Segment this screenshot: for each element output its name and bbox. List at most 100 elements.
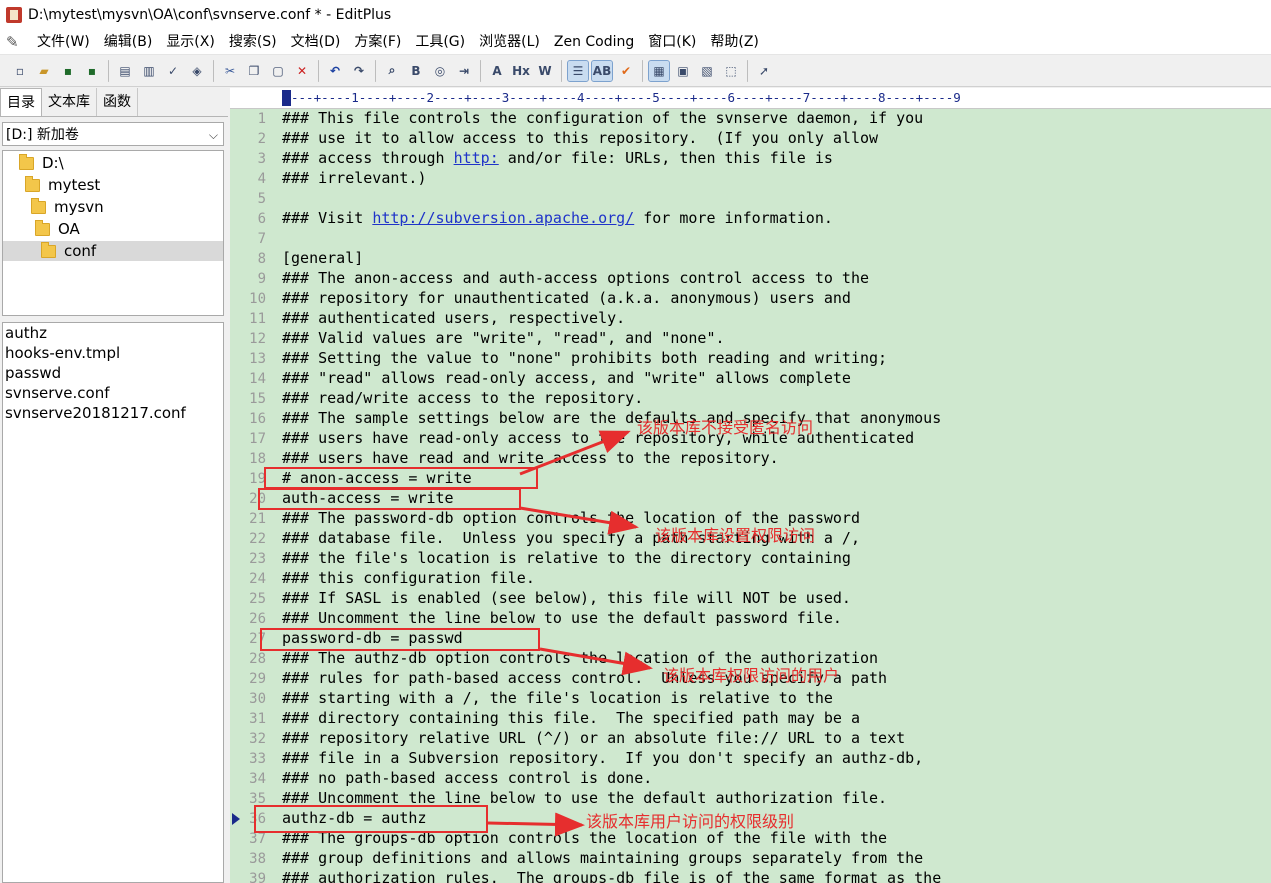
menu-window[interactable]: 窗口(K): [641, 30, 703, 54]
file-item-passwd[interactable]: passwd: [3, 363, 223, 383]
code-line[interactable]: ### rules for path-based access control.…: [282, 668, 1271, 688]
tab-functions[interactable]: 函数: [97, 88, 138, 116]
code-line[interactable]: ### file in a Subversion repository. If …: [282, 748, 1271, 768]
menu-tools[interactable]: 工具(G): [408, 30, 472, 54]
delete-icon[interactable]: ✕: [292, 61, 312, 81]
ruler-toggle-icon[interactable]: ☰: [567, 59, 589, 82]
code-line[interactable]: ### The authz-db option controls the loc…: [282, 648, 1271, 668]
file-item-authz[interactable]: authz: [3, 323, 223, 343]
menu-help[interactable]: 帮助(Z): [703, 30, 766, 54]
tree-item-conf[interactable]: conf: [3, 241, 223, 261]
code-text-area[interactable]: ### This file controls the configuration…: [282, 108, 1271, 883]
spell-check-toggle-icon[interactable]: ✔: [616, 61, 636, 81]
code-line[interactable]: ### authenticated users, respectively.: [282, 308, 1271, 328]
code-line[interactable]: ### no path-based access control is done…: [282, 768, 1271, 788]
redo-icon[interactable]: ↷: [349, 61, 369, 81]
paste-icon[interactable]: ▢: [268, 61, 288, 81]
output-window-icon[interactable]: ▧: [697, 61, 717, 81]
menu-file[interactable]: 文件(W): [30, 30, 97, 54]
code-line[interactable]: ### Uncomment the line below to use the …: [282, 608, 1271, 628]
code-line[interactable]: ### The password-db option controls the …: [282, 508, 1271, 528]
code-line[interactable]: ### The groups-db option controls the lo…: [282, 828, 1271, 848]
help-cursor-icon[interactable]: ➚: [754, 61, 774, 81]
save-all-icon[interactable]: ▪: [82, 61, 102, 81]
code-line[interactable]: ### use it to allow access to this repos…: [282, 128, 1271, 148]
tree-item-mysvn[interactable]: mysvn: [31, 197, 104, 217]
line-number: 24: [249, 571, 266, 587]
url-link[interactable]: http:: [454, 149, 499, 167]
code-line[interactable]: ### users have read and write access to …: [282, 448, 1271, 468]
code-line[interactable]: ### read/write access to the repository.: [282, 388, 1271, 408]
heading-icon[interactable]: Hx: [511, 61, 531, 81]
code-line[interactable]: ### repository relative URL (^/) or an a…: [282, 728, 1271, 748]
code-line[interactable]: [general]: [282, 248, 1271, 268]
copy-icon[interactable]: ❐: [244, 61, 264, 81]
code-line[interactable]: ### This file controls the configuration…: [282, 108, 1271, 128]
code-line[interactable]: ### The anon-access and auth-access opti…: [282, 268, 1271, 288]
code-line[interactable]: ### The sample settings below are the de…: [282, 408, 1271, 428]
directory-window-icon[interactable]: ▦: [648, 59, 670, 82]
font-icon[interactable]: A: [487, 61, 507, 81]
print-icon[interactable]: ▥: [139, 61, 159, 81]
open-folder-icon[interactable]: ▰: [34, 61, 54, 81]
code-line[interactable]: ### the file's location is relative to t…: [282, 548, 1271, 568]
code-line[interactable]: ### group definitions and allows maintai…: [282, 848, 1271, 868]
undo-icon[interactable]: ↶: [325, 61, 345, 81]
browser-preview-icon[interactable]: ◈: [187, 61, 207, 81]
code-line[interactable]: ### Uncomment the line below to use the …: [282, 788, 1271, 808]
menu-search[interactable]: 搜索(S): [222, 30, 284, 54]
code-line[interactable]: auth-access = write: [282, 488, 1271, 508]
tree-item-oa[interactable]: OA: [35, 219, 80, 239]
menu-view[interactable]: 显示(X): [159, 30, 222, 54]
code-line[interactable]: ### database file. Unless you specify a …: [282, 528, 1271, 548]
code-line[interactable]: ### Valid values are "write", "read", an…: [282, 328, 1271, 348]
goto-line-icon[interactable]: ⇥: [454, 61, 474, 81]
menu-zen-coding[interactable]: Zen Coding: [547, 30, 641, 54]
line-number-toggle-icon[interactable]: AB: [591, 59, 613, 82]
save-icon[interactable]: ▪: [58, 61, 78, 81]
code-line[interactable]: ### Visit http://subversion.apache.org/ …: [282, 208, 1271, 228]
new-file-icon[interactable]: ▫: [10, 61, 30, 81]
code-line[interactable]: [282, 228, 1271, 248]
code-line[interactable]: authz-db = authz: [282, 808, 1271, 828]
code-line[interactable]: ### access through http: and/or file: UR…: [282, 148, 1271, 168]
word-wrap-icon[interactable]: W: [535, 61, 555, 81]
full-screen-icon[interactable]: ⬚: [721, 61, 741, 81]
file-item-svnserve-conf[interactable]: svnserve.conf: [3, 383, 223, 403]
code-line[interactable]: ### users have read-only access to the r…: [282, 428, 1271, 448]
folder-tree[interactable]: D:\ mytest mysvn OA conf: [2, 150, 224, 316]
editor-pane[interactable]: ---+----1----+----2----+----3----+----4-…: [230, 88, 1271, 883]
menu-browser[interactable]: 浏览器(L): [472, 30, 547, 54]
code-line[interactable]: ### authorization rules. The groups-db f…: [282, 868, 1271, 883]
cut-icon[interactable]: ✂: [220, 61, 240, 81]
drive-select[interactable]: [D:] 新加卷 ⌵: [2, 122, 224, 146]
tab-directory[interactable]: 目录: [0, 88, 42, 116]
url-link[interactable]: http://subversion.apache.org/: [372, 209, 634, 227]
code-line[interactable]: ### Setting the value to "none" prohibit…: [282, 348, 1271, 368]
cliptext-window-icon[interactable]: ▣: [673, 61, 693, 81]
tree-item-d-drive[interactable]: D:\: [19, 153, 64, 173]
code-line[interactable]: ### "read" allows read-only access, and …: [282, 368, 1271, 388]
find-icon[interactable]: ⌕: [382, 61, 402, 81]
code-line[interactable]: [282, 188, 1271, 208]
menu-project[interactable]: 方案(F): [347, 30, 408, 54]
line-number: 15: [249, 391, 266, 407]
replace-icon[interactable]: B: [406, 61, 426, 81]
tab-cliptext[interactable]: 文本库: [42, 88, 97, 116]
goto-icon[interactable]: ◎: [430, 61, 450, 81]
menu-document[interactable]: 文档(D): [284, 30, 348, 54]
menu-edit[interactable]: 编辑(B): [97, 30, 160, 54]
code-line[interactable]: ### this configuration file.: [282, 568, 1271, 588]
spell-check-icon[interactable]: ✓: [163, 61, 183, 81]
tree-item-mytest[interactable]: mytest: [25, 175, 100, 195]
code-line[interactable]: ### directory containing this file. The …: [282, 708, 1271, 728]
code-line[interactable]: ### starting with a /, the file's locati…: [282, 688, 1271, 708]
print-preview-icon[interactable]: ▤: [115, 61, 135, 81]
code-line[interactable]: ### If SASL is enabled (see below), this…: [282, 588, 1271, 608]
code-line[interactable]: password-db = passwd: [282, 628, 1271, 648]
code-line[interactable]: ### irrelevant.): [282, 168, 1271, 188]
code-line[interactable]: ### repository for unauthenticated (a.k.…: [282, 288, 1271, 308]
file-item-hooks-env[interactable]: hooks-env.tmpl: [3, 343, 223, 363]
code-line[interactable]: # anon-access = write: [282, 468, 1271, 488]
file-item-svnserve-backup[interactable]: svnserve20181217.conf: [3, 403, 223, 423]
